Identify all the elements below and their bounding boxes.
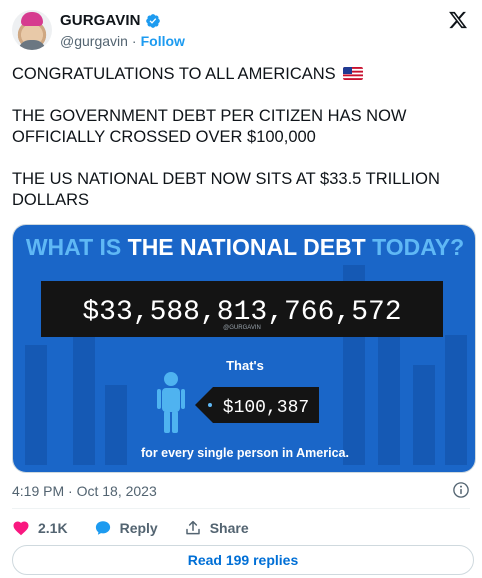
- reply-bubble-icon: [95, 521, 110, 535]
- infographic-headline: WHAT IS THE NATIONAL DEBT TODAY?: [26, 234, 464, 260]
- tweet-timestamp[interactable]: 4:19 PM · Oct 18, 2023: [12, 483, 157, 499]
- per-person-value: $100,387: [223, 398, 309, 418]
- tweet-line-1-text: CONGRATULATIONS TO ALL AMERICANS: [12, 65, 336, 83]
- tweet-time[interactable]: 4:19 PM: [12, 483, 64, 499]
- reply-button[interactable]: Reply: [94, 519, 158, 537]
- tweet-date[interactable]: Oct 18, 2023: [77, 483, 157, 499]
- like-button[interactable]: 2.1K: [12, 519, 68, 537]
- info-icon[interactable]: [452, 481, 470, 499]
- handle[interactable]: @gurgavin: [60, 33, 128, 49]
- share-button[interactable]: Share: [184, 519, 249, 537]
- x-logo-icon[interactable]: [448, 10, 468, 30]
- verified-badge-icon: [145, 13, 160, 28]
- arrow-dot: [208, 403, 212, 407]
- debt-counter-value: $33,588,813,766,572: [82, 297, 401, 328]
- share-label: Share: [209, 520, 249, 536]
- divider: [12, 508, 470, 509]
- tweet-media-image[interactable]: WHAT IS THE NATIONAL DEBT TODAY? $33,588…: [12, 224, 476, 473]
- avatar-shirt: [18, 40, 46, 50]
- follow-button[interactable]: Follow: [141, 33, 185, 49]
- timestamp-separator: ·: [68, 483, 73, 499]
- infographic-watermark: @GURGAVIN: [223, 325, 261, 331]
- avatar-hat: [21, 12, 43, 26]
- tweet-paragraph-3: THE US NATIONAL DEBT NOW SITS AT $33.5 T…: [12, 170, 440, 209]
- tweet-header: GURGAVIN @gurgavin · Follow: [12, 10, 470, 54]
- tweet-text: CONGRATULATIONS TO ALL AMERICANS THE GOV…: [12, 64, 470, 211]
- separator-dot: ·: [131, 33, 137, 49]
- infographic-footer: for every single person in America.: [141, 446, 349, 460]
- display-name[interactable]: GURGAVIN: [60, 12, 141, 29]
- headline-part-1: WHAT IS: [26, 234, 128, 260]
- us-flag-icon: [343, 67, 364, 80]
- read-replies-button[interactable]: Read 199 replies: [12, 545, 474, 575]
- headline-part-3: TODAY?: [366, 234, 464, 260]
- debt-infographic: WHAT IS THE NATIONAL DEBT TODAY? $33,588…: [13, 225, 475, 472]
- tweet-paragraph-2: THE GOVERNMENT DEBT PER CITIZEN HAS NOW …: [12, 107, 407, 146]
- tweet-line-1: CONGRATULATIONS TO ALL AMERICANS: [12, 64, 470, 85]
- like-count: 2.1K: [38, 520, 68, 536]
- headline-part-2: THE NATIONAL DEBT: [128, 234, 366, 260]
- action-bar: 2.1K Reply Share: [12, 518, 275, 538]
- thats-label: That's: [226, 358, 264, 373]
- avatar[interactable]: [12, 10, 52, 50]
- handle-row: @gurgavin · Follow: [60, 33, 185, 49]
- share-icon: [185, 520, 200, 535]
- reply-label: Reply: [119, 520, 158, 536]
- name-row: GURGAVIN: [60, 12, 161, 29]
- heart-icon: [13, 521, 29, 536]
